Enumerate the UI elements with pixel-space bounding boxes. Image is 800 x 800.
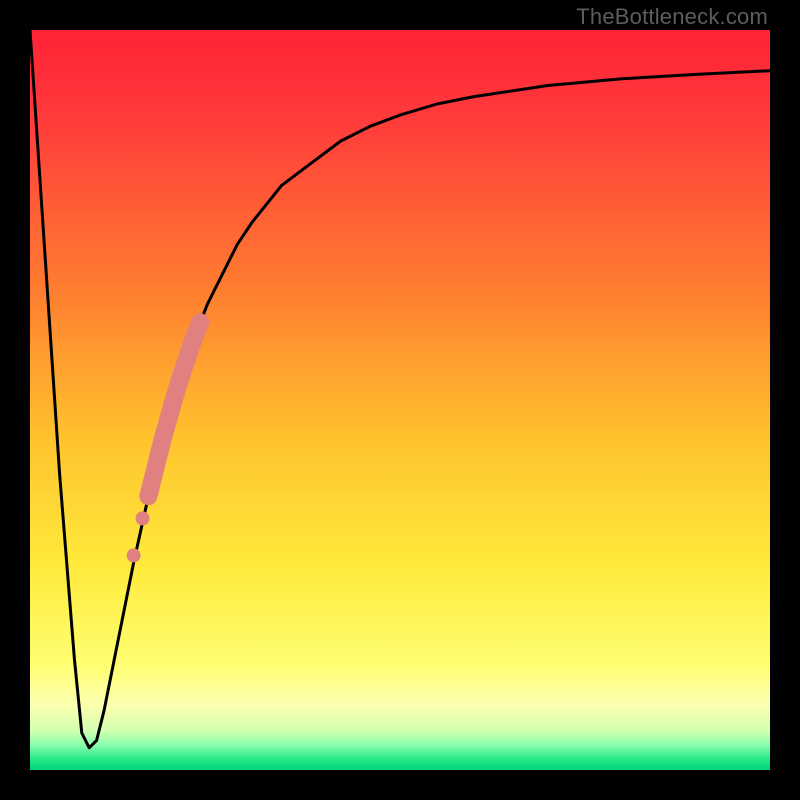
bottleneck-curve xyxy=(30,30,770,748)
chart-frame: TheBottleneck.com xyxy=(0,0,800,800)
curve-layer xyxy=(30,30,770,770)
plot-area xyxy=(30,30,770,770)
watermark-text: TheBottleneck.com xyxy=(576,4,768,30)
highlight-segment xyxy=(148,322,200,496)
highlight-dot xyxy=(136,511,150,525)
highlight-dot xyxy=(127,548,141,562)
